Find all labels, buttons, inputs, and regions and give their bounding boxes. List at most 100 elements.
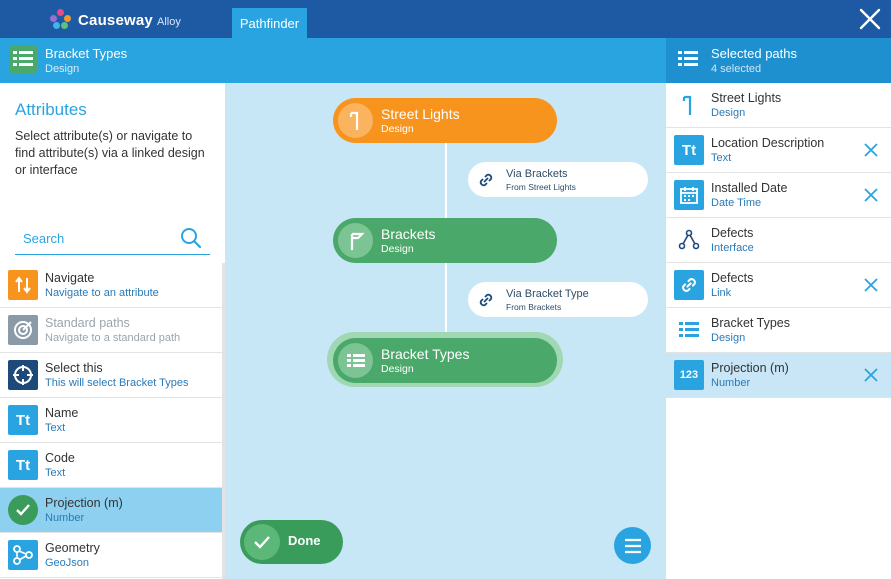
context-subtitle: Design [45,63,80,75]
close-icon[interactable] [857,6,883,32]
list-item-sub: Text [45,422,66,434]
list-icon [678,51,698,66]
link-icon [479,173,493,187]
link-sub: From Brackets [506,302,562,312]
list-item-sub: Number [45,512,85,524]
link-title: Via Brackets [506,168,568,180]
list-item-code[interactable]: Tt Code Text [0,443,222,488]
selected-paths-title: Selected paths [711,46,798,61]
link-title: Via Bracket Type [506,288,589,300]
link-via-brackets[interactable]: Via Brackets From Street Lights [468,162,648,197]
link-via-bracket-type[interactable]: Via Bracket Type From Brackets [468,282,648,317]
list-icon [338,343,373,378]
node-title: Bracket Types [381,346,470,362]
selected-item-label: Street Lights [711,91,782,105]
node-title: Street Lights [381,106,460,122]
menu-button[interactable] [614,527,651,564]
selected-item-sub: Date Time [711,197,762,209]
selected-item-location-description[interactable]: Tt Location Description Text [666,128,891,173]
selected-item-bracket-types[interactable]: Bracket Types Design [666,308,891,353]
brand-logo: Causeway Alloy [50,9,181,31]
attributes-description: Select attribute(s) or navigate to find … [15,129,205,177]
selected-item-label: Location Description [711,136,825,150]
text-icon: Tt [8,450,38,480]
selected-item-sub: Number [711,377,751,389]
list-item-navigate[interactable]: Navigate Navigate to an attribute [0,263,222,308]
node-street-lights[interactable]: Street Lights Design [333,98,557,143]
list-item-projection[interactable]: Projection (m) Number [0,488,222,533]
street-light-icon [674,90,704,120]
brand-sub: Alloy [156,15,181,28]
node-sub: Design [381,243,414,255]
selected-item-projection[interactable]: 123 Projection (m) Number [666,353,891,398]
brand-name: Causeway [78,11,153,29]
interface-icon [674,225,704,255]
top-bar: Causeway Alloy Pathfinder [0,0,891,38]
list-item-label: Projection (m) [45,496,123,510]
hamburger-icon [624,538,641,553]
selected-item-installed-date[interactable]: Installed Date Date Time [666,173,891,218]
attributes-title: Attributes [15,100,87,119]
text-icon: Tt [8,405,38,435]
list-item-label: Standard paths [45,316,130,330]
selected-item-label: Bracket Types [711,316,790,330]
street-light-icon [338,103,373,138]
node-sub: Design [381,123,414,135]
selected-item-defects-link[interactable]: Defects Link [666,263,891,308]
list-item-label: Geometry [45,541,100,555]
crosshair-icon [8,360,38,390]
list-item-label: Navigate [45,271,95,285]
search-placeholder: Search [23,231,65,246]
remove-icon[interactable] [863,277,879,293]
selected-item-street-lights[interactable]: Street Lights Design [666,83,891,128]
list-item-label: Name [45,406,79,420]
list-item-sub: Navigate to a standard path [45,332,181,344]
list-item-standard-paths[interactable]: Standard paths Navigate to a standard pa… [0,308,222,353]
calendar-icon [674,180,704,210]
navigate-icon [8,270,38,300]
search-icon[interactable] [180,227,202,249]
selected-item-sub: Interface [711,242,754,254]
list-item-sub: This will select Bracket Types [45,377,189,389]
context-title: Bracket Types [45,46,128,61]
text-icon: Tt [674,135,704,165]
number-icon: 123 [674,360,704,390]
link-sub: From Street Lights [506,182,576,192]
context-bar: Bracket Types Design Selected paths 4 se… [0,38,891,83]
check-icon [8,495,38,525]
node-brackets[interactable]: Brackets Design [333,218,557,263]
list-item-geometry[interactable]: Geometry GeoJson [0,533,222,578]
remove-icon[interactable] [863,367,879,383]
tab-pathfinder[interactable]: Pathfinder [232,8,307,38]
list-item-sub: GeoJson [45,557,90,569]
path-canvas: Street Lights Design Via Brackets From S… [225,83,666,579]
target-icon [8,315,38,345]
remove-icon[interactable] [863,187,879,203]
done-button[interactable]: Done [240,520,343,564]
node-bracket-types[interactable]: Bracket Types Design [333,338,557,383]
selected-paths-header: Selected paths 4 selected [666,38,891,83]
selected-item-sub: Text [711,152,732,164]
list-icon [674,315,704,345]
list-item-select-this[interactable]: Select this This will select Bracket Typ… [0,353,222,398]
selected-item-label: Defects [711,271,754,285]
selected-item-defects-interface[interactable]: Defects Interface [666,218,891,263]
selected-item-label: Installed Date [711,181,788,195]
list-item-label: Code [45,451,75,465]
attribute-list: Navigate Navigate to an attribute Standa… [0,263,222,578]
brand-icon [50,9,72,31]
selected-count: 4 selected [711,63,762,75]
selected-item-sub: Design [711,332,746,344]
remove-icon[interactable] [863,142,879,158]
search-input[interactable]: Search [15,221,210,255]
list-item-name[interactable]: Tt Name Text [0,398,222,443]
list-item-label: Select this [45,361,103,375]
node-title: Brackets [381,226,436,242]
list-item-sub: Text [45,467,66,479]
bracket-icon [338,223,373,258]
selected-item-sub: Link [711,287,732,299]
link-icon [479,293,493,307]
geometry-icon [8,540,38,570]
check-icon [244,524,280,560]
selected-item-sub: Design [711,107,746,119]
